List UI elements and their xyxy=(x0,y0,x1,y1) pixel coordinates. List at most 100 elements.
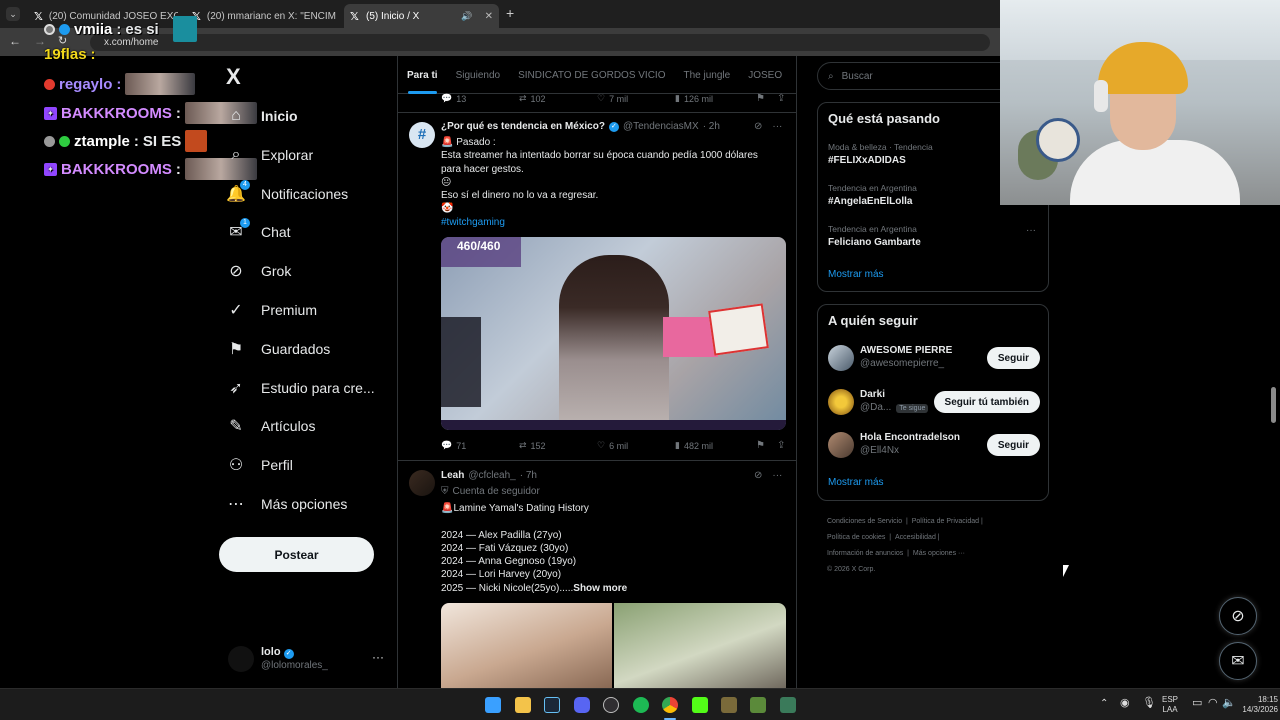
bookmark-icon[interactable]: ⚑ xyxy=(756,93,765,104)
more-icon[interactable]: ··· xyxy=(1026,225,1036,236)
tab-joseo[interactable]: JOSEO xyxy=(739,56,791,94)
trends-show-more[interactable]: Mostrar más xyxy=(828,269,884,280)
like-button[interactable]: ♡ 7 mil xyxy=(597,93,675,104)
footer-link[interactable]: Más opciones ··· xyxy=(913,550,965,557)
footer-link[interactable]: Política de cookies xyxy=(827,534,885,541)
network-tray-icon[interactable]: ◉ xyxy=(1120,698,1130,709)
suggested-user[interactable]: AWESOME PIERRE @awesomepierre_ Seguir xyxy=(828,343,1040,373)
minecraft-icon[interactable] xyxy=(750,697,766,713)
nav-item-guardados[interactable]: ⚑ Guardados xyxy=(226,331,330,367)
follow-button[interactable]: Seguir xyxy=(986,434,1040,456)
tab-label: (5) Inicio / X xyxy=(366,10,420,22)
url-field[interactable]: x.com/home xyxy=(90,34,990,51)
footer-link[interactable]: Política de Privacidad xyxy=(912,518,979,525)
footer-link[interactable]: Condiciones de Servicio xyxy=(827,518,902,525)
grok-fab-button[interactable]: ⊘ xyxy=(1219,597,1257,635)
spotify-icon[interactable] xyxy=(633,697,649,713)
nav-item-grok[interactable]: ⊘ Grok xyxy=(226,253,291,289)
language-indicator[interactable]: ESP LAA xyxy=(1162,695,1178,715)
views-button[interactable]: ▮ 126 mil xyxy=(675,93,753,104)
tab-list-chevron-icon[interactable]: ⌄ xyxy=(6,7,20,21)
suggested-user[interactable]: Darki @Da... Te sigue Seguir tú también xyxy=(828,387,1040,417)
tweet-image[interactable] xyxy=(614,603,786,688)
repost-button[interactable]: ⇄ 152 xyxy=(519,440,597,451)
x-favicon-icon: 𝕏 xyxy=(34,10,43,23)
timeline[interactable]: Para ti Siguiendo SINDICATO DE GORDOS VI… xyxy=(397,56,797,688)
footer-link[interactable]: Información de anuncios xyxy=(827,550,903,557)
tweet-video[interactable]: 460/460 xyxy=(441,237,786,430)
show-more-link[interactable]: Show more xyxy=(573,583,627,594)
steam-icon[interactable] xyxy=(544,697,560,713)
reply-button[interactable]: 💬 13 xyxy=(441,93,519,104)
chrome-icon[interactable] xyxy=(662,697,678,713)
post-button[interactable]: Postear xyxy=(219,537,374,572)
display-icon[interactable]: ▭ xyxy=(1192,698,1202,709)
browser-tab[interactable]: 𝕏 (20) mmarianc en X: "ENCIMA l ✕ xyxy=(186,4,336,28)
tweet-time[interactable]: · 2h xyxy=(703,121,720,132)
nav-item-articulos[interactable]: ✎ Artículos xyxy=(226,408,315,444)
start-icon[interactable] xyxy=(485,697,501,713)
messages-fab-button[interactable]: ✉ xyxy=(1219,642,1257,680)
tweet-time[interactable]: · 7h xyxy=(520,470,537,481)
app-icon[interactable] xyxy=(780,697,796,713)
more-icon[interactable]: ··· xyxy=(772,121,782,132)
tray-chevron-icon[interactable]: ⌃ xyxy=(1100,699,1108,709)
author-name[interactable]: ¿Por qué es tendencia en México? xyxy=(441,121,605,132)
tab-sindicato[interactable]: SINDICATO DE GORDOS VICIO xyxy=(509,56,674,94)
app-icon[interactable] xyxy=(721,697,737,713)
nav-item-mas-opciones[interactable]: ⋯ Más opciones xyxy=(226,486,347,522)
avatar[interactable]: # xyxy=(409,122,435,148)
views-count: 126 mil xyxy=(683,93,713,104)
nav-item-chat[interactable]: ✉ 1 Chat xyxy=(226,214,291,250)
like-button[interactable]: ♡ 6 mil xyxy=(597,440,675,451)
tab-siguiendo[interactable]: Siguiendo xyxy=(447,56,509,94)
footer-link[interactable]: Accesibilidad xyxy=(895,534,936,541)
follows-you-badge: Te sigue xyxy=(896,404,929,413)
grok-icon[interactable]: ⊘ xyxy=(754,121,762,132)
repost-button[interactable]: ⇄ 102 xyxy=(519,93,597,104)
grok-icon[interactable]: ⊘ xyxy=(754,470,762,481)
kick-icon[interactable] xyxy=(692,697,708,713)
scrollbar[interactable] xyxy=(1271,387,1276,423)
reply-button[interactable]: 💬 71 xyxy=(441,440,519,451)
back-icon[interactable]: ← xyxy=(9,34,21,48)
file-explorer-icon[interactable] xyxy=(515,697,531,713)
account-switcher[interactable]: lolo ✓ @lolomorales_ ··· xyxy=(228,644,388,674)
mic-icon[interactable]: 🎙 xyxy=(1142,698,1156,709)
wifi-icon[interactable]: ◠ xyxy=(1208,698,1218,709)
speaker-icon[interactable]: 🔊 xyxy=(461,11,472,22)
nav-item-notificaciones[interactable]: 🔔 4 Notificaciones xyxy=(226,176,348,212)
obs-icon[interactable] xyxy=(603,697,619,713)
reply-icon: 💬 xyxy=(441,440,453,450)
who-show-more[interactable]: Mostrar más xyxy=(828,477,884,488)
tab-the-jungle[interactable]: The jungle xyxy=(675,56,740,94)
tweet-image[interactable] xyxy=(441,603,612,688)
more-icon[interactable]: ··· xyxy=(772,470,782,481)
discord-icon[interactable] xyxy=(574,697,590,713)
share-icon[interactable]: ⇪ xyxy=(777,440,785,451)
more-icon[interactable]: ··· xyxy=(372,650,384,664)
x-logo[interactable]: X xyxy=(226,64,241,90)
close-tab-icon[interactable]: ✕ xyxy=(485,11,493,22)
avatar[interactable] xyxy=(409,470,435,496)
nav-item-premium[interactable]: ✓ Premium xyxy=(226,292,317,328)
browser-tab-active[interactable]: 𝕏 (5) Inicio / X 🔊 ✕ xyxy=(344,4,499,28)
tab-para-ti[interactable]: Para ti xyxy=(398,56,447,94)
nav-item-explorar[interactable]: ⌕ Explorar xyxy=(226,137,314,173)
bookmark-icon[interactable]: ⚑ xyxy=(756,440,765,451)
clock[interactable]: 18:15 14/3/2026 xyxy=(1222,695,1278,715)
suggested-user[interactable]: Hola Encontradelson @Ell4Nx Seguir xyxy=(828,430,1040,460)
nav-item-perfil[interactable]: ⚇ Perfil xyxy=(226,447,293,483)
author-name[interactable]: Leah xyxy=(441,470,464,481)
follow-button[interactable]: Seguir xyxy=(986,347,1040,369)
author-handle[interactable]: @TendenciasMX xyxy=(623,121,699,132)
avatar xyxy=(828,345,854,371)
share-icon[interactable]: ⇪ xyxy=(777,93,785,104)
author-handle[interactable]: @cfcleah_ xyxy=(468,470,515,481)
nav-item-inicio[interactable]: ⌂ Inicio xyxy=(226,98,297,134)
views-button[interactable]: ▮ 482 mil xyxy=(675,440,753,451)
nav-item-estudio[interactable]: ➶ Estudio para cre... xyxy=(226,370,374,406)
hashtag-link[interactable]: #twitchgaming xyxy=(441,216,786,229)
follow-back-button[interactable]: Seguir tú también xyxy=(933,391,1040,413)
new-tab-button[interactable]: + xyxy=(506,5,514,21)
